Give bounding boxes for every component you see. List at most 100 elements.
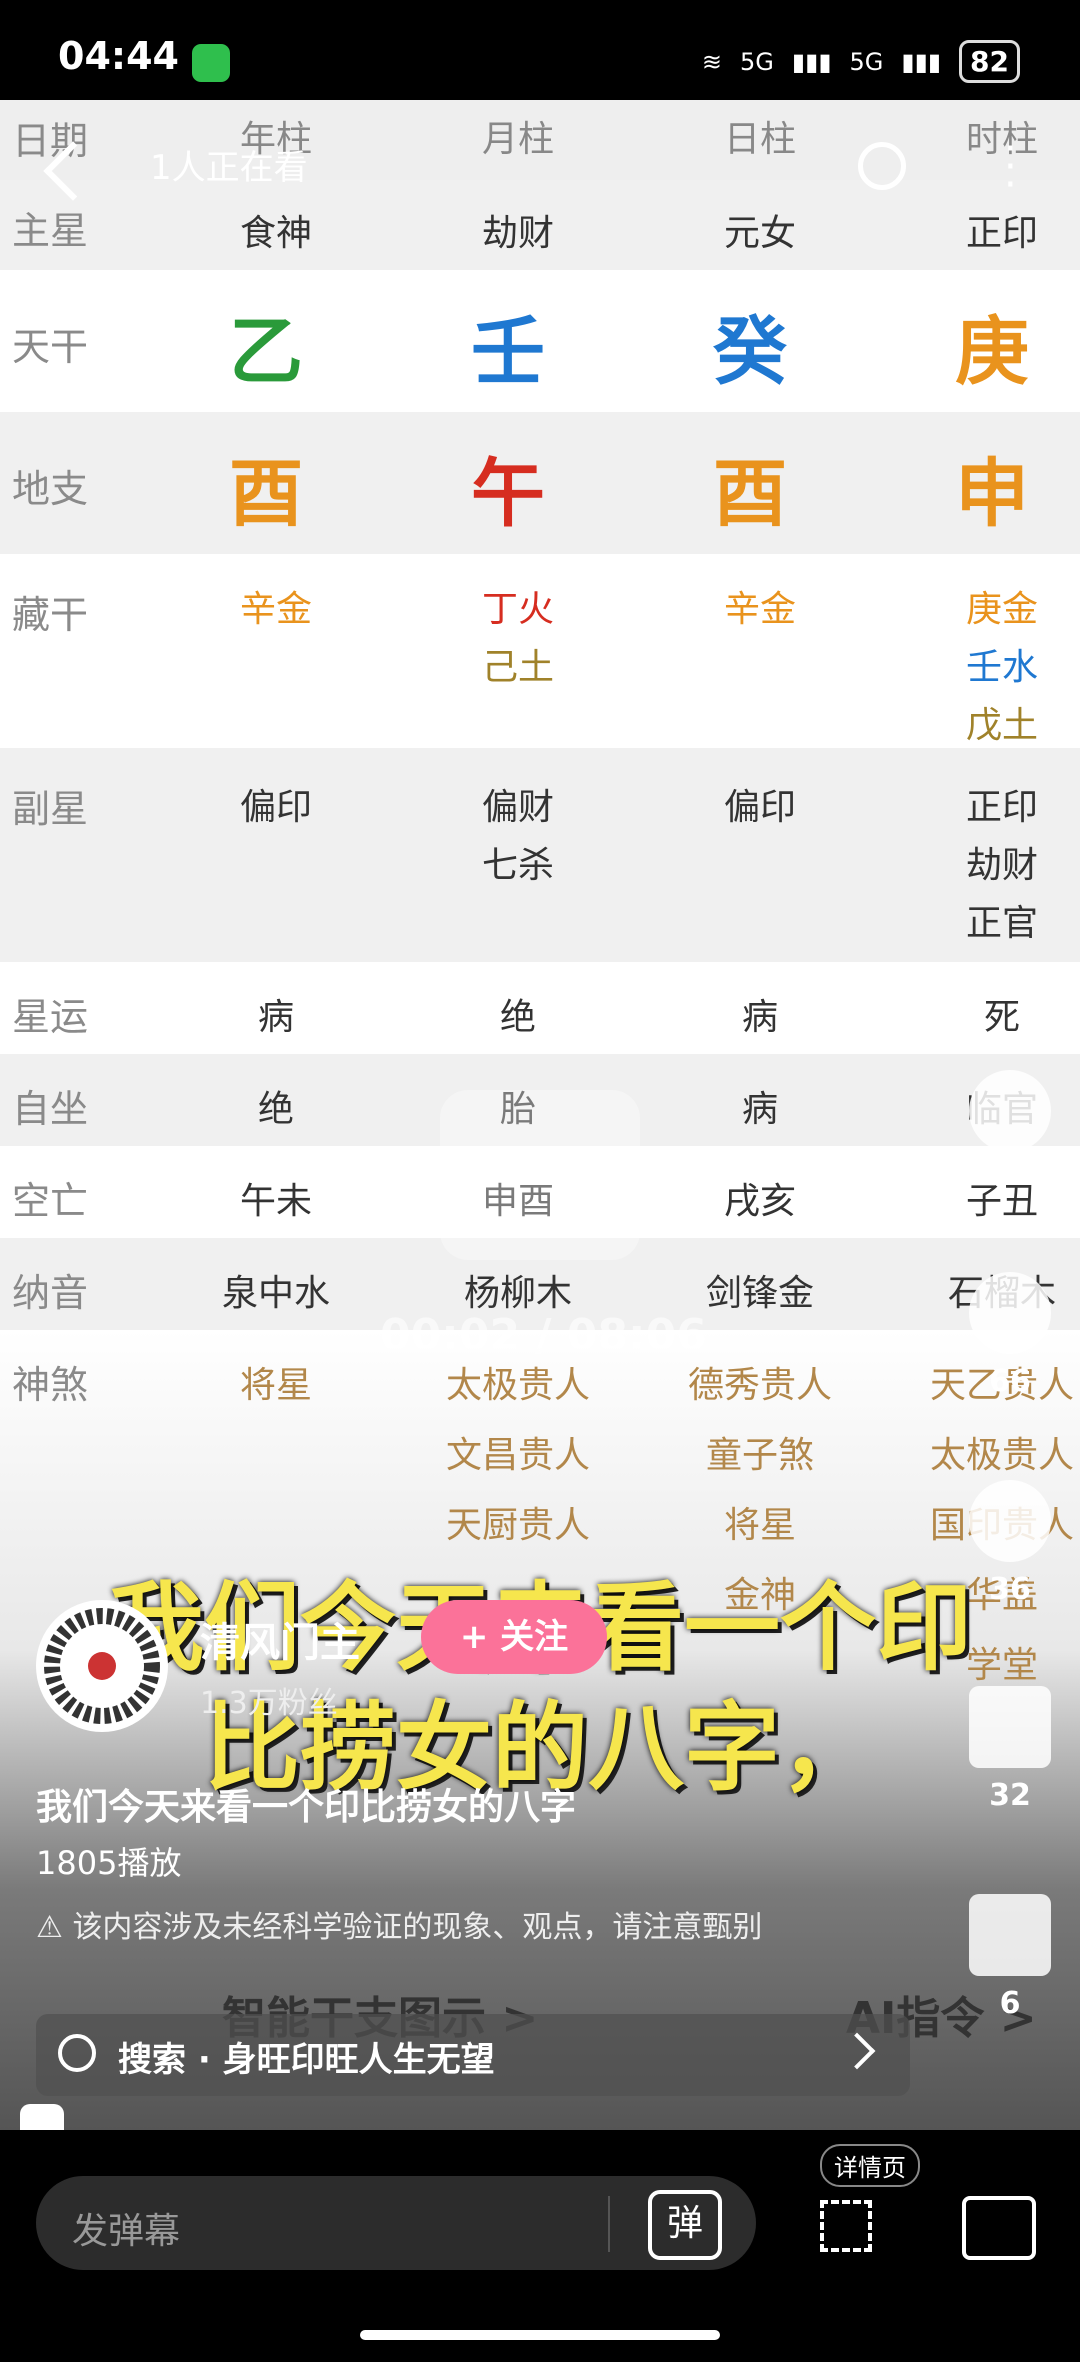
chevron-right-icon: [838, 2032, 876, 2070]
cell: 壬水: [965, 647, 1038, 688]
stem-cell: 乙: [229, 309, 303, 395]
cell: 绝: [257, 1089, 294, 1130]
row-star-fortune: 星运 病 绝 病 死: [0, 962, 1080, 1054]
search-icon[interactable]: [858, 142, 906, 190]
comment-icon[interactable]: [969, 1272, 1051, 1354]
coin-count: 36: [989, 1572, 1031, 1607]
cell: 正印: [965, 787, 1038, 828]
like-action[interactable]: [960, 1070, 1060, 1162]
star-count: 32: [989, 1778, 1031, 1813]
stem-cell: 庚: [955, 309, 1029, 395]
branch-cell: 申: [955, 451, 1029, 537]
fans-count: 1.3万粉丝: [200, 1686, 338, 1721]
phone-call-icon: [192, 44, 230, 82]
share-arrow-icon[interactable]: [969, 1894, 1051, 1976]
cell: 戊土: [965, 705, 1038, 746]
danmu-toggle-button[interactable]: 弹: [648, 2190, 722, 2260]
row-label: 纳音: [12, 1271, 89, 1315]
branch-cell: 酉: [713, 451, 787, 537]
wifi-icon: ≋: [701, 47, 723, 76]
branch-cell: 酉: [229, 451, 303, 537]
cell: 子丑: [965, 1181, 1038, 1222]
battery-indicator: 82: [959, 40, 1020, 83]
cell: 丁火: [481, 589, 554, 630]
follow-button[interactable]: + 关注: [421, 1600, 607, 1674]
row-label: 空亡: [12, 1179, 89, 1223]
coin-action[interactable]: 36: [960, 1480, 1060, 1607]
status-bar: 04:44 ≋ 5G ▮▮▮ 5G ▮▮▮ 82: [0, 0, 1080, 100]
watching-count: 1人正在看: [150, 148, 308, 188]
share-action[interactable]: 6: [960, 1894, 1060, 2021]
status-time: 04:44: [58, 34, 179, 78]
author-block: 清风门主 1.3万粉丝 + 关注: [36, 1600, 636, 1740]
cell: 杨柳木: [463, 1273, 572, 1314]
row-label: 藏干: [12, 593, 89, 637]
cell: 死: [983, 997, 1020, 1038]
related-search-bar[interactable]: 搜索 · 身旺印旺人生无望: [36, 2014, 910, 2096]
detail-page-button[interactable]: 详情页: [820, 2144, 920, 2187]
row-label: 天干: [12, 325, 89, 369]
row-earthly-branch: 地支 酉 午 酉 申: [0, 412, 1080, 554]
avatar[interactable]: [36, 1600, 168, 1732]
cell: 文昌贵人: [445, 1435, 590, 1476]
cell: 辛金: [239, 589, 312, 630]
search-icon: [58, 2034, 96, 2072]
cell: 德秀贵人: [687, 1365, 832, 1406]
row-label: 神煞: [12, 1363, 89, 1407]
cell: 偏财: [481, 787, 554, 828]
cell: 病: [741, 997, 778, 1038]
play-count[interactable]: 1805播放: [36, 1838, 181, 1884]
avatar-image: [44, 1608, 160, 1724]
home-indicator: [360, 2330, 720, 2340]
rotate-screen-icon[interactable]: [962, 2196, 1036, 2260]
star-icon[interactable]: [969, 1686, 1051, 1768]
cell: 天厨贵人: [445, 1505, 590, 1546]
coin-icon[interactable]: [969, 1480, 1051, 1562]
thumbs-up-icon[interactable]: [969, 1070, 1051, 1152]
warning-text: 该内容涉及未经科学验证的现象、观点，请注意甄别: [72, 1910, 763, 1945]
bottom-bar: 发弹幕 弹 详情页: [0, 2130, 1080, 2362]
status-icons: ≋ 5G ▮▮▮ 5G ▮▮▮ 82: [702, 40, 1020, 83]
comment-action[interactable]: 66: [960, 1272, 1060, 1399]
comment-count: 66: [989, 1364, 1031, 1399]
warning-icon: ⚠: [36, 1910, 73, 1945]
exit-fullscreen-icon[interactable]: [820, 2200, 872, 2252]
divider: [608, 2196, 610, 2252]
branch-cell: 午: [471, 451, 545, 537]
danmu-input[interactable]: 发弹幕 弹: [36, 2176, 756, 2270]
cell: 病: [257, 997, 294, 1038]
stem-cell: 壬: [471, 309, 545, 395]
more-options-icon[interactable]: · · ·: [1004, 129, 1017, 205]
cell: 泉中水: [221, 1273, 330, 1314]
cell: 将星: [723, 1505, 796, 1546]
content-warning: ⚠ 该内容涉及未经科学验证的现象、观点，请注意甄别: [36, 1908, 896, 1948]
signal-bars-icon-2: ▮▮▮: [901, 47, 942, 76]
share-count: 6: [999, 1986, 1021, 2021]
cell: 病: [741, 1089, 778, 1130]
row-heavenly-stem: 天干 乙 壬 癸 庚: [0, 270, 1080, 412]
row-hidden-stem: 藏干 辛金 丁火 己土 辛金 庚金 壬水 戊土: [0, 554, 1080, 748]
cell: 绝: [499, 997, 536, 1038]
cell: 午未: [239, 1181, 312, 1222]
signal-5g-2: 5G: [849, 47, 884, 76]
stem-cell: 癸: [713, 309, 787, 395]
cell: 偏印: [723, 787, 796, 828]
video-title: 我们今天来看一个印比捞女的八字: [36, 1787, 577, 1828]
cell: 七杀: [481, 845, 554, 886]
cell: 戌亥: [723, 1181, 796, 1222]
cell: 将星: [239, 1365, 312, 1406]
cell: 太极贵人: [445, 1365, 590, 1406]
cell: 正官: [965, 903, 1038, 944]
related-search-text: 搜索 · 身旺印旺人生无望: [118, 2040, 495, 2080]
video-time: 00:02 / 08:06: [380, 1310, 707, 1361]
cell: 剑锋金: [705, 1273, 814, 1314]
play-icon[interactable]: [440, 1090, 640, 1260]
cell: 己土: [481, 647, 554, 688]
back-arrow-icon[interactable]: [43, 141, 103, 201]
star-action[interactable]: 32: [960, 1686, 1060, 1813]
signal-bars-icon: ▮▮▮: [791, 47, 832, 76]
author-name[interactable]: 清风门主: [200, 1610, 360, 1668]
cell: 太极贵人: [929, 1435, 1074, 1476]
cell: 辛金: [723, 589, 796, 630]
cell: 童子煞: [705, 1435, 814, 1476]
